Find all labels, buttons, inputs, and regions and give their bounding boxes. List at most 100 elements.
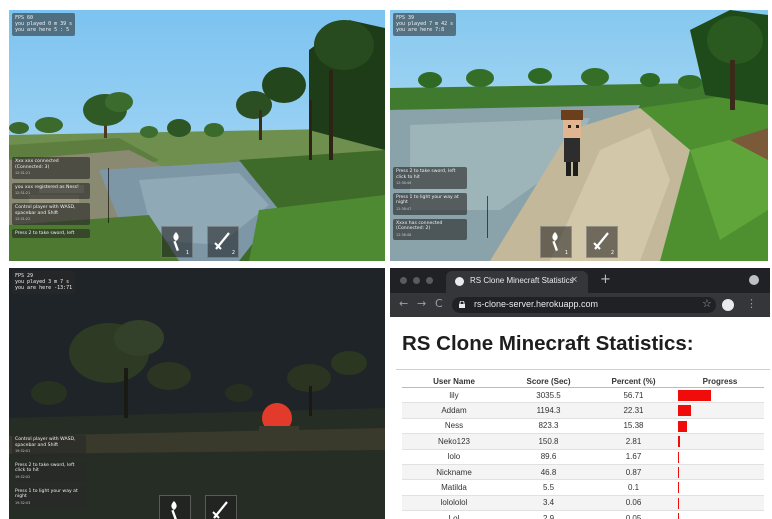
window-minimize-button[interactable]: [413, 277, 420, 284]
table-row: Ness 823.3 15.38: [402, 418, 764, 435]
chat-message-text: Press 2 to take sword, left: [15, 230, 75, 236]
url-text: rs-clone-server.herokuapp.com: [474, 299, 599, 309]
table-cell-percent: 56.71: [591, 387, 676, 404]
hotbar-slot-torch[interactable]: 1: [540, 226, 572, 258]
divider: [396, 369, 770, 370]
menu-icon[interactable]: ⋮: [746, 297, 757, 310]
extension-icon[interactable]: [749, 275, 759, 285]
column-header: Progress: [676, 375, 764, 388]
back-button[interactable]: ←: [399, 297, 408, 310]
hotbar-slot-torch[interactable]: 1: [161, 226, 193, 258]
progress-bar: [678, 436, 680, 448]
chat-messages: Press 2 to take sword, left click to hit…: [393, 167, 467, 244]
game-screenshot-night: FPS 29 you played 3 m 7 s you are here -…: [9, 268, 385, 519]
table-cell-name: Lol: [402, 510, 506, 519]
center-divider: [108, 168, 109, 223]
table-cell-score: 5.5: [506, 479, 591, 496]
close-icon[interactable]: ×: [570, 275, 578, 285]
browser-toolbar: ← → C rs-clone-server.herokuapp.com ☆ ⋮: [390, 293, 770, 317]
chat-message-time: 19:32:02: [15, 474, 31, 479]
table-row: Nickname 46.8 0.87: [402, 464, 764, 481]
globe-icon: [455, 277, 464, 286]
hotbar-slot-number: 1: [564, 250, 568, 256]
table-cell-score: 46.8: [506, 464, 591, 481]
bookmark-star-icon[interactable]: ☆: [702, 297, 712, 310]
table-cell-name: lolo: [402, 449, 506, 465]
browser-tab[interactable]: RS Clone Minecraft Statistics ×: [446, 271, 588, 293]
table-row: Neko123 150.8 2.81: [402, 433, 764, 450]
chat-message: Control player with WASD, spacebar and S…: [12, 435, 86, 457]
browser-window: RS Clone Minecraft Statistics × + ← → C …: [390, 268, 770, 519]
chat-message-text: you xxx registered as Ness!: [15, 184, 79, 190]
tab-title: RS Clone Minecraft Statistics: [470, 276, 574, 285]
progress-bar: [678, 482, 679, 494]
chat-message-time: 12:31:21: [15, 191, 31, 196]
table-cell-progress: [676, 464, 764, 481]
table-row: Addam 1194.3 22.31: [402, 402, 764, 419]
window-maximize-button[interactable]: [426, 277, 433, 284]
torch-icon: [173, 232, 180, 252]
table-header-row: User Name Score (Sec) Percent (%) Progre…: [402, 375, 764, 388]
chat-message-text: Press 2 to take sword, left click to hit: [15, 462, 75, 474]
table-cell-progress: [676, 418, 764, 435]
profile-icon[interactable]: [722, 299, 734, 311]
hotbar: 1 2: [161, 226, 245, 258]
chat-message: Press 1 to light your way at night 19:32:…: [12, 486, 86, 509]
table-cell-percent: 0.05: [591, 510, 676, 519]
page-content: RS Clone Minecraft Statistics: User Name…: [390, 317, 770, 519]
column-header: User Name: [402, 375, 506, 388]
progress-bar: [678, 405, 691, 417]
hotbar-slot-number: 2: [610, 250, 614, 256]
hud-position: you are here 5 : 5: [15, 27, 70, 34]
table-cell-progress: [676, 510, 764, 519]
new-tab-button[interactable]: +: [600, 272, 611, 287]
hud-info: FPS 60 you played 0 m 39 s you are here …: [12, 13, 76, 36]
chat-message: Xxxx has connected (Connected: 2) 12:38:4…: [393, 218, 467, 241]
chat-message-text: Control player with WASD, spacebar and S…: [15, 204, 76, 216]
reload-button[interactable]: C: [435, 297, 443, 310]
table-cell-score: 1194.3: [506, 402, 591, 419]
chat-message-time: 12:38:47: [396, 206, 412, 211]
sword-icon: [212, 501, 228, 519]
chat-message: Press 2 to take sword, left: [12, 228, 90, 239]
chat-message: Xxx xxx connected (Connected: 3) 12:31:21: [12, 157, 90, 179]
sword-icon: [593, 232, 609, 250]
hud-position: you are here 7:8: [396, 27, 445, 34]
progress-bar: [678, 420, 687, 432]
hotbar: 1 2: [159, 495, 243, 519]
hotbar-slot-sword[interactable]: 2: [205, 495, 237, 519]
chat-message-time: 12:31:22: [15, 217, 31, 222]
table-cell-progress: [676, 449, 764, 465]
hotbar-slot-number: 2: [231, 250, 235, 256]
table-cell-name: lily: [402, 387, 506, 404]
progress-bar: [678, 497, 679, 509]
progress-bar: [678, 451, 679, 463]
table-cell-score: 2.9: [506, 510, 591, 519]
table-cell-name: Neko123: [402, 433, 506, 450]
table-cell-percent: 22.31: [591, 402, 676, 419]
table-cell-score: 3035.5: [506, 387, 591, 404]
forward-button[interactable]: →: [417, 297, 426, 310]
table-row: lolo 89.6 1.67: [402, 449, 764, 465]
chat-message-time: 12:31:21: [15, 171, 31, 176]
chat-message: Control player with WASD, spacebar and S…: [12, 202, 90, 225]
chat-messages: Xxx xxx connected (Connected: 3) 12:31:21…: [12, 157, 90, 242]
window-close-button[interactable]: [400, 277, 407, 284]
chat-message: Press 2 to take sword, left click to hit…: [393, 167, 467, 189]
table-cell-percent: 0.1: [591, 479, 676, 496]
table-cell-percent: 0.87: [591, 464, 676, 481]
table-cell-name: Matilda: [402, 479, 506, 496]
hud-info: FPS 29 you played 3 m 7 s you are here -…: [12, 271, 76, 294]
hotbar-slot-sword[interactable]: 2: [586, 226, 618, 258]
chat-message: Press 2 to take sword, left click to hit…: [12, 460, 86, 483]
hotbar-slot-torch[interactable]: 1: [159, 495, 191, 519]
lock-icon: [459, 301, 465, 308]
sword-icon: [214, 232, 230, 250]
table-cell-percent: 0.06: [591, 495, 676, 512]
table-cell-name: Nickname: [402, 464, 506, 481]
table-row: lily 3035.5 56.71: [402, 387, 764, 404]
address-bar[interactable]: rs-clone-server.herokuapp.com: [452, 297, 716, 313]
hotbar-slot-sword[interactable]: 2: [207, 226, 239, 258]
table-cell-score: 150.8: [506, 433, 591, 450]
hud-position: you are here -13:71: [15, 285, 73, 292]
